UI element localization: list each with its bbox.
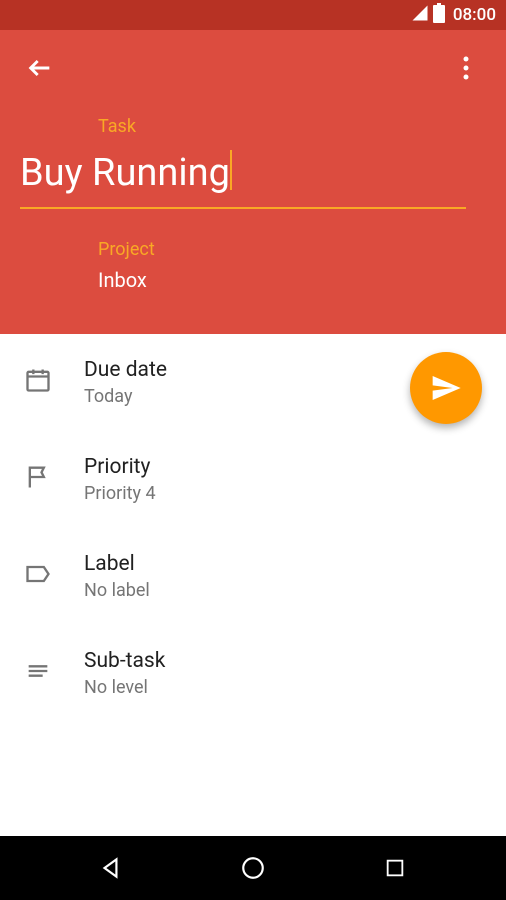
send-fab[interactable] [410,352,482,424]
triangle-back-icon [98,855,124,881]
priority-title: Priority [84,455,486,479]
back-button[interactable] [20,48,60,88]
flag-icon [20,459,56,495]
more-vert-icon [463,56,469,80]
priority-text: Priority Priority 4 [84,455,486,504]
nav-home-button[interactable] [233,848,273,888]
project-value[interactable]: Inbox [98,268,466,292]
square-recent-icon [384,857,406,879]
label-title: Label [84,552,486,576]
priority-row[interactable]: Priority Priority 4 [0,431,506,528]
system-nav-bar [0,836,506,900]
arrow-left-icon [26,54,54,82]
subtask-title: Sub-task [84,649,486,673]
calendar-icon [20,362,56,398]
header: Task Buy Running Project Inbox [0,30,506,334]
label-text: Label No label [84,552,486,601]
circle-home-icon [240,855,266,881]
label-row[interactable]: Label No label [0,528,506,625]
toolbar [20,48,486,88]
signal-icon [411,4,429,27]
task-input-value: Buy Running [20,153,230,195]
status-time: 08:00 [453,5,496,25]
priority-value: Priority 4 [84,483,486,504]
text-cursor [230,150,232,190]
subtask-icon [20,653,56,689]
label-value: No label [84,580,486,601]
task-section: Task Buy Running Project Inbox [20,116,486,292]
nav-recent-button[interactable] [375,848,415,888]
task-input[interactable]: Buy Running [20,145,466,209]
project-field-label: Project [98,239,466,260]
task-field-label: Task [98,116,466,137]
subtask-row[interactable]: Sub-task No level [0,625,506,722]
more-button[interactable] [446,48,486,88]
battery-icon [433,3,445,28]
tag-icon [20,556,56,592]
subtask-value: No level [84,677,486,698]
nav-back-button[interactable] [91,848,131,888]
subtask-text: Sub-task No level [84,649,486,698]
send-icon [430,372,462,404]
status-bar: 08:00 [0,0,506,30]
